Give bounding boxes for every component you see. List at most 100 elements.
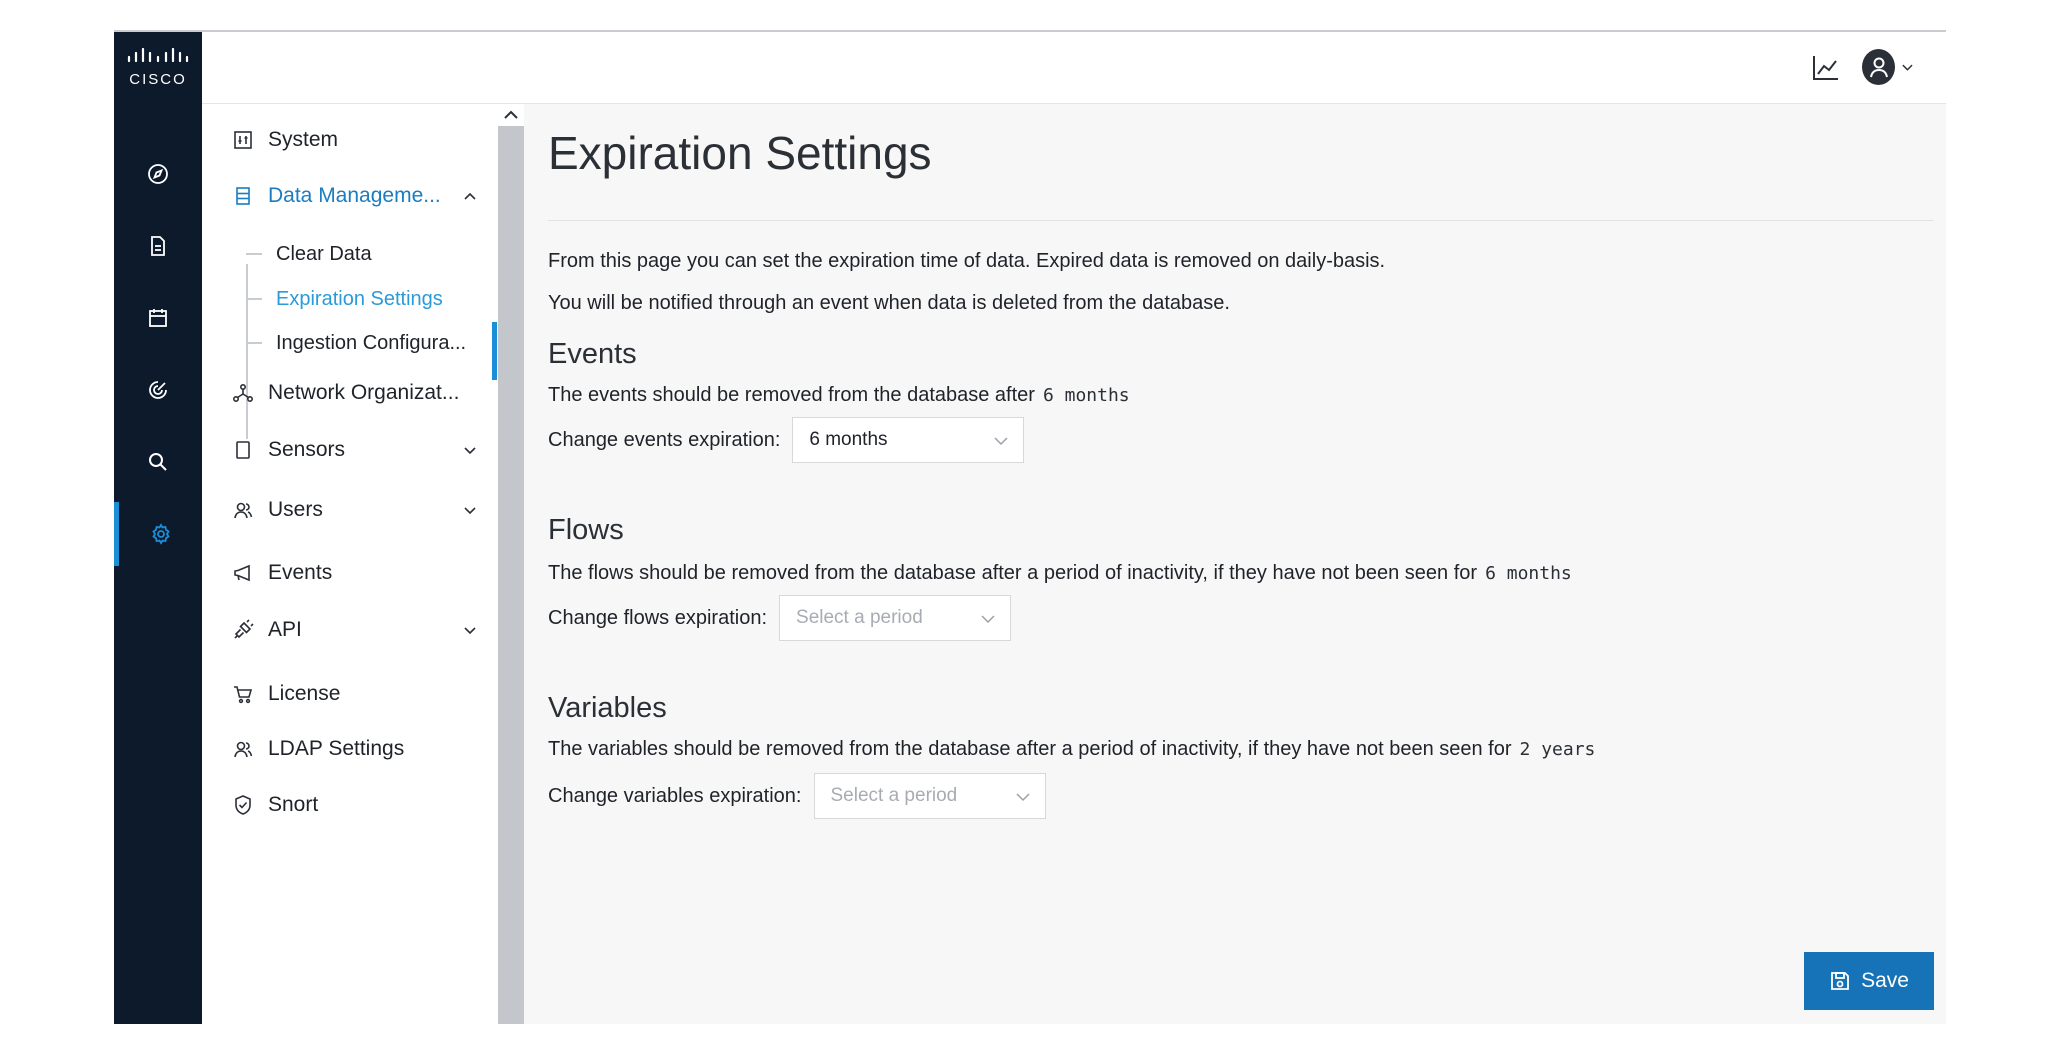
users-icon (234, 741, 253, 758)
save-button[interactable]: Save (1804, 952, 1934, 1010)
cisco-logo[interactable]: CISCO (114, 32, 202, 104)
chevron-down-icon (464, 627, 476, 635)
rail-item-reports[interactable] (114, 214, 202, 278)
flows-heading: Flows (548, 514, 624, 546)
variables-description: The variables should be removed from the… (548, 738, 1595, 761)
sidebar-item-label: LDAP Settings (268, 737, 405, 760)
events-expiration-value: 6 months (809, 429, 888, 450)
submenu-item-label: Expiration Settings (276, 287, 443, 310)
radar-icon (149, 381, 167, 399)
network-icon (232, 383, 254, 403)
chevron-down-icon (1015, 793, 1030, 802)
events-expiration-select[interactable]: 6 months (792, 417, 1025, 463)
flows-description: The flows should be removed from the dat… (548, 562, 1572, 585)
user-avatar-icon (1862, 49, 1896, 85)
brand-name: CISCO (129, 71, 187, 88)
submenu-item-ingestion[interactable]: Ingestion Configura... (246, 323, 496, 363)
sensor-icon (236, 441, 250, 459)
sidebar-item-network[interactable]: Network Organizat... (232, 373, 484, 413)
sidebar-item-system[interactable]: System (232, 120, 484, 160)
user-menu-button[interactable] (1862, 48, 1914, 86)
chevron-down-icon (464, 447, 476, 455)
main-content: Expiration Settings From this page you c… (524, 104, 1946, 1024)
submenu-tick (246, 253, 262, 255)
top-bar (202, 32, 1946, 104)
calendar-icon (149, 309, 167, 327)
events-description-text: The events should be removed from the da… (548, 384, 1035, 406)
variables-expiration-row: Change variables expiration: Select a pe… (548, 772, 1046, 820)
document-icon (151, 236, 165, 256)
flows-expiration-label: Change flows expiration: (548, 606, 768, 629)
sidebar-item-users[interactable]: Users (232, 490, 484, 530)
intro-text-2: You will be notified through an event wh… (548, 292, 1230, 314)
database-icon (236, 187, 250, 205)
save-button-label: Save (1861, 969, 1909, 992)
chevron-down-icon (464, 507, 476, 515)
sidebar-item-label: Sensors (268, 438, 346, 461)
rail-item-search[interactable] (114, 430, 202, 494)
cart-icon (234, 686, 253, 704)
sidebar-item-snort[interactable]: Snort (232, 785, 484, 825)
events-expiration-label: Change events expiration: (548, 428, 781, 451)
sidebar-scrollbar[interactable] (498, 104, 524, 1024)
chevron-up-icon (464, 192, 476, 200)
sidebar-item-data-management[interactable]: Data Manageme... (232, 176, 484, 216)
scrollbar-thumb[interactable] (498, 126, 524, 1024)
flows-current-value: 6 months (1485, 563, 1572, 584)
sidebar-item-label: Data Manageme... (268, 184, 441, 207)
variables-current-value: 2 years (1519, 739, 1596, 760)
submenu-item-clear-data[interactable]: Clear Data (246, 234, 496, 274)
line-chart-icon (1813, 56, 1838, 80)
save-icon (1831, 972, 1849, 990)
compass-icon (148, 164, 168, 184)
rail-item-settings[interactable] (114, 502, 202, 566)
chevron-down-icon (1902, 64, 1913, 71)
variables-expiration-placeholder: Select a period (830, 785, 958, 806)
variables-heading: Variables (548, 692, 667, 724)
chevron-down-icon (994, 437, 1008, 446)
sidebar-item-ldap[interactable]: LDAP Settings (232, 729, 484, 769)
users-icon (234, 502, 253, 519)
rail-item-monitoring[interactable] (114, 358, 202, 422)
sidebar-item-events[interactable]: Events (232, 553, 484, 593)
sidebar-item-sensors[interactable]: Sensors (232, 430, 484, 470)
flows-expiration-row: Change flows expiration: Select a period (548, 594, 1012, 642)
events-description: The events should be removed from the da… (548, 384, 1130, 407)
sidebar-item-label: License (268, 682, 341, 705)
intro-text-1: From this page you can set the expiratio… (548, 250, 1386, 272)
scroll-up-arrow-icon[interactable] (503, 108, 519, 122)
rail-item-overview[interactable] (114, 142, 202, 206)
flows-expiration-placeholder: Select a period (796, 607, 923, 628)
rail-item-calendar[interactable] (114, 286, 202, 350)
events-expiration-row: Change events expiration: 6 months (548, 416, 1025, 464)
submenu-tick (246, 298, 262, 300)
flows-description-text: The flows should be removed from the dat… (548, 562, 1478, 584)
gear-icon (151, 523, 170, 545)
events-current-value: 6 months (1042, 385, 1130, 406)
sidebar-item-api[interactable]: API (232, 610, 484, 650)
icon-rail: CISCO (114, 32, 202, 1024)
app-window: CISCO System Data Manageme... Clear Data… (114, 30, 1946, 1024)
submenu-item-label: Ingestion Configura... (276, 331, 467, 354)
variables-expiration-select[interactable]: Select a period (813, 773, 1046, 819)
variables-expiration-label: Change variables expiration: (548, 784, 802, 807)
sidebar-item-label: Snort (268, 793, 319, 816)
page-title: Expiration Settings (548, 127, 932, 179)
sidebar-item-label: Users (268, 498, 323, 521)
sidebar-item-label: System (268, 128, 339, 151)
sidebar-item-label: Network Organizat... (268, 381, 460, 404)
submenu-item-expiration-settings[interactable]: Expiration Settings (246, 279, 496, 319)
variables-description-text: The variables should be removed from the… (548, 738, 1512, 760)
sidebar-item-license[interactable]: License (232, 674, 484, 714)
sliders-icon (234, 131, 252, 149)
cisco-bars-icon (127, 48, 189, 63)
shield-icon (235, 795, 251, 815)
title-divider (548, 220, 1934, 221)
analytics-button[interactable] (1810, 52, 1842, 84)
settings-sidebar: System Data Manageme... Clear Data Expir… (202, 104, 498, 1024)
plug-icon (234, 619, 254, 639)
flows-expiration-select[interactable]: Select a period (779, 595, 1012, 641)
submenu-tick (246, 342, 262, 344)
sidebar-item-label: Events (268, 561, 333, 584)
submenu-item-label: Clear Data (276, 242, 372, 265)
